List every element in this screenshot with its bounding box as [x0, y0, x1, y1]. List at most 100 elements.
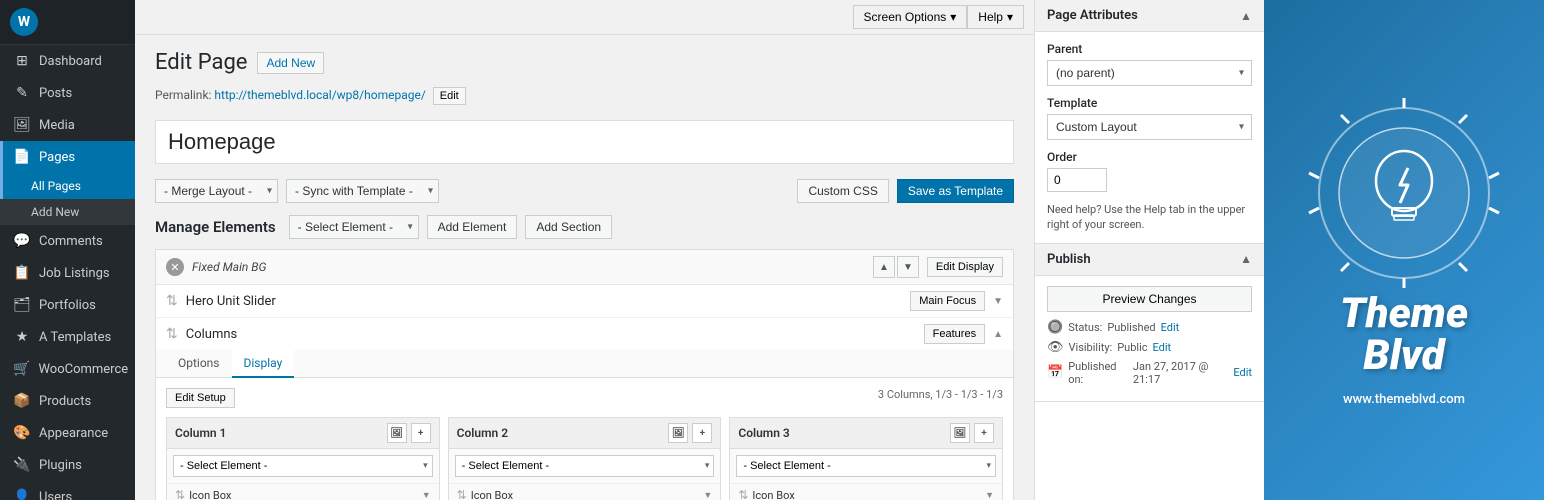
col3-add-icon[interactable]: + [974, 423, 994, 443]
order-input[interactable] [1047, 168, 1107, 192]
page-title-input[interactable] [155, 120, 1014, 164]
sidebar: W ⊞ Dashboard ✎ Posts 🖼 Media 📄 Pages Al… [0, 0, 135, 500]
order-field: Order [1047, 150, 1252, 192]
builder-area: ✕ Fixed Main BG ▲ ▼ Edit Display ⇅ Hero … [155, 249, 1014, 500]
pages-submenu: All Pages Add New [0, 173, 135, 225]
column-2-block: Column 2 🖼 + - Select Element - [448, 417, 722, 500]
appearance-icon: 🎨 [13, 425, 31, 441]
users-icon: 👤 [13, 489, 31, 500]
col3-select-element[interactable]: - Select Element - [736, 455, 996, 477]
screen-options-chevron-icon: ▾ [950, 10, 956, 24]
tab-display[interactable]: Display [232, 350, 295, 378]
col3-select-wrap: - Select Element - [736, 455, 996, 477]
columns-chevron-icon[interactable]: ▲ [993, 329, 1003, 340]
custom-css-button[interactable]: Custom CSS [797, 179, 888, 203]
permalink-bar: Permalink: http://themeblvd.local/wp8/ho… [155, 87, 1014, 105]
sidebar-item-label: A Templates [39, 330, 111, 345]
manage-elements-bar: Manage Elements - Select Element - Add E… [155, 215, 1014, 239]
brand-url: www.themeblvd.com [1343, 392, 1465, 407]
brand-lightning-svg [1304, 93, 1504, 313]
status-edit-link[interactable]: Edit [1161, 321, 1180, 334]
add-section-button[interactable]: Add Section [525, 215, 612, 239]
published-edit-link[interactable]: Edit [1233, 366, 1252, 379]
sidebar-item-job-listings[interactable]: 📋 Job Listings [0, 257, 135, 289]
wp-logo: W [10, 8, 38, 36]
col2-chevron-1[interactable]: ▼ [703, 490, 712, 500]
column-3-title: Column 3 [738, 426, 789, 440]
page-attributes-chevron-icon: ▲ [1240, 9, 1252, 23]
sidebar-item-pages[interactable]: 📄 Pages [0, 141, 135, 173]
sidebar-item-appearance[interactable]: 🎨 Appearance [0, 417, 135, 449]
edit-display-button[interactable]: Edit Display [927, 257, 1003, 277]
sidebar-item-media[interactable]: 🖼 Media [0, 109, 135, 141]
preview-changes-button[interactable]: Preview Changes [1047, 286, 1252, 312]
add-new-button[interactable]: Add New [257, 52, 324, 74]
sidebar-item-plugins[interactable]: 🔌 Plugins [0, 449, 135, 481]
sidebar-item-templates[interactable]: ★ A Templates [0, 321, 135, 353]
hero-slider-title: Hero Unit Slider [186, 294, 903, 309]
col2-select-element[interactable]: - Select Element - [455, 455, 715, 477]
sidebar-item-products[interactable]: 📦 Products [0, 385, 135, 417]
save-template-button[interactable]: Save as Template [897, 179, 1014, 203]
hero-slider-chevron-icon[interactable]: ▼ [993, 296, 1003, 307]
col3-image-icon[interactable]: 🖼 [950, 423, 970, 443]
hero-slider-main-focus-button[interactable]: Main Focus [910, 291, 985, 311]
section-arrow-up[interactable]: ▲ [873, 256, 895, 278]
manage-elements-title: Manage Elements [155, 218, 276, 236]
visibility-label: Visibility: [1069, 341, 1113, 354]
columns-features-button[interactable]: Features [924, 324, 985, 344]
page-attributes-body: Parent (no parent) Template Custom Layou… [1035, 32, 1264, 243]
comments-icon: 💬 [13, 233, 31, 249]
template-label: Template [1047, 96, 1252, 110]
screen-options-button[interactable]: Screen Options ▾ [853, 5, 968, 29]
status-label: Status: [1068, 321, 1102, 334]
media-icon: 🖼 [13, 117, 31, 133]
visibility-edit-link[interactable]: Edit [1153, 341, 1172, 354]
blvd-text: Blvd [1340, 335, 1468, 377]
sidebar-item-dashboard[interactable]: ⊞ Dashboard [0, 45, 135, 77]
col1-image-icon[interactable]: 🖼 [387, 423, 407, 443]
page-attributes-header[interactable]: Page Attributes ▲ [1035, 0, 1264, 32]
col1-select-element[interactable]: - Select Element - [173, 455, 433, 477]
merge-layout-select[interactable]: - Merge Layout - [155, 179, 278, 203]
col1-add-icon[interactable]: + [411, 423, 431, 443]
pages-icon: 📄 [13, 149, 31, 165]
sidebar-item-users[interactable]: 👤 Users [0, 481, 135, 500]
parent-select[interactable]: (no parent) [1047, 60, 1252, 86]
columns-info: 3 Columns, 1/3 - 1/3 - 1/3 [166, 388, 1003, 401]
sidebar-item-posts[interactable]: ✎ Posts [0, 77, 135, 109]
col3-drag-icon-1: ⇅ [738, 488, 748, 500]
col2-add-icon[interactable]: + [692, 423, 712, 443]
col1-element-1-title: Icon Box [189, 489, 418, 500]
add-element-button[interactable]: Add Element [427, 215, 518, 239]
sidebar-item-label: Posts [39, 86, 72, 101]
section-arrow-down[interactable]: ▼ [897, 256, 919, 278]
help-button[interactable]: Help ▾ [967, 5, 1024, 29]
brand-area: Theme Blvd www.themeblvd.com [1264, 0, 1544, 500]
sync-template-select[interactable]: - Sync with Template - [286, 179, 439, 203]
col1-chevron-1[interactable]: ▼ [422, 490, 431, 500]
tab-options-label: Options [178, 356, 220, 370]
permalink-edit-button[interactable]: Edit [433, 87, 466, 105]
sidebar-item-label: Dashboard [39, 54, 102, 69]
col3-element-1-title: Icon Box [752, 489, 981, 500]
col2-image-icon[interactable]: 🖼 [668, 423, 688, 443]
sidebar-item-woocommerce[interactable]: 🛒 WooCommerce [0, 353, 135, 385]
plugins-icon: 🔌 [13, 457, 31, 473]
permalink-url[interactable]: http://themeblvd.local/wp8/homepage/ [214, 88, 425, 102]
sidebar-item-add-new-page[interactable]: Add New [0, 199, 135, 225]
sidebar-item-all-pages[interactable]: All Pages [0, 173, 135, 199]
edit-setup-button[interactable]: Edit Setup [166, 388, 235, 408]
parent-label: Parent [1047, 42, 1252, 56]
parent-select-wrap: (no parent) [1047, 60, 1252, 86]
sidebar-item-portfolios[interactable]: 🗂 Portfolios [0, 289, 135, 321]
column-1-header: Column 1 🖼 + [167, 418, 439, 449]
template-select[interactable]: Custom Layout [1047, 114, 1252, 140]
section-close-button[interactable]: ✕ [166, 258, 184, 276]
publish-header[interactable]: Publish ▲ [1035, 244, 1264, 276]
select-element-select[interactable]: - Select Element - [289, 215, 419, 239]
sidebar-item-label: Plugins [39, 458, 82, 473]
sidebar-item-comments[interactable]: 💬 Comments [0, 225, 135, 257]
tab-options[interactable]: Options [166, 350, 232, 378]
col3-chevron-1[interactable]: ▼ [985, 490, 994, 500]
